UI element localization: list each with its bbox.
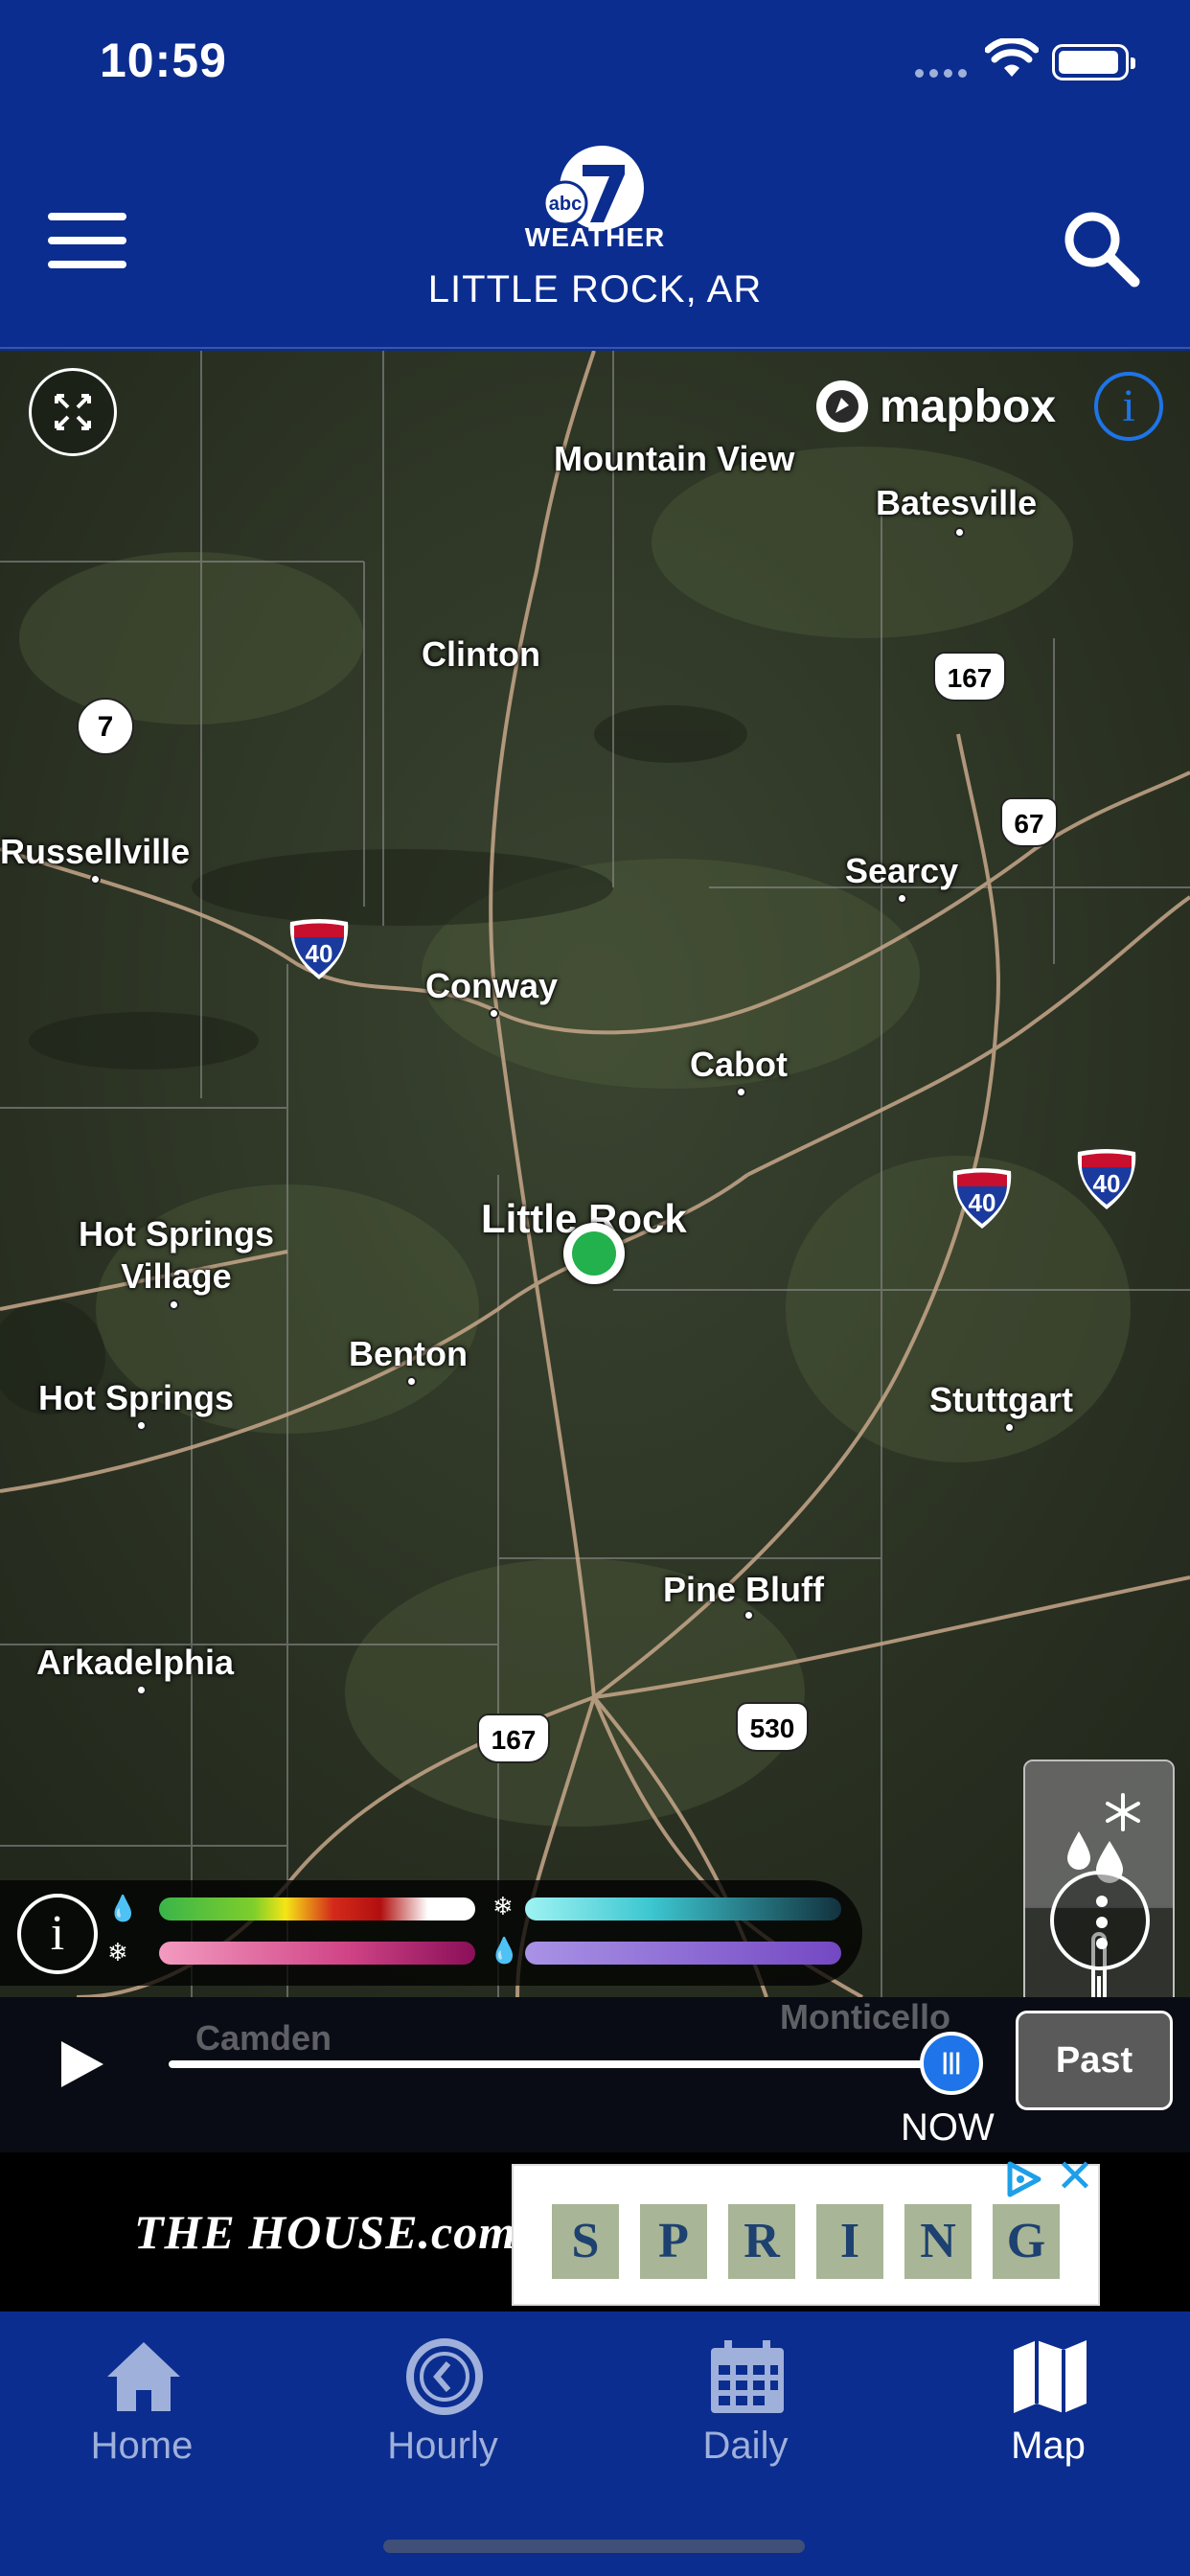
advertisement-banner[interactable]: THE HOUSE.com S P R I N G ✕ [0,2152,1190,2312]
legend-info-icon[interactable]: i [17,1894,98,1974]
city-label: Hot Springs [38,1378,234,1417]
location-title[interactable]: LITTLE ROCK, AR [0,268,1190,311]
radar-playback-bar: Camden Monticello ||| NOW Past [0,1997,1190,2152]
status-bar: 10:59 [0,0,1190,134]
map-icon [1014,2340,1087,2413]
city-dot [736,1087,746,1097]
city-label: Hot Springs Village [79,1214,274,1296]
tab-hourly[interactable]: Hourly [337,2327,548,2471]
city-label: Cabot [690,1045,788,1084]
ad-letter-tile: N [904,2204,972,2279]
bottom-tab-bar: Home Hourly Daily Map [0,2312,1190,2576]
weather-app: 10:59 abc WEATHER LITTLE ROCK, AR mapbox… [0,0,1190,2576]
clock-icon [406,2338,483,2415]
now-label: NOW [901,2106,995,2149]
city-dot [136,1420,147,1431]
home-indicator [383,2540,805,2553]
weather-map[interactable]: mapbox i Mountain View Batesville Clinto… [0,351,1190,1997]
interstate-shield: 40 [289,919,349,979]
snow-scale-bar [525,1898,841,1920]
city-label: Arkadelphia [36,1643,235,1682]
ad-letter-tile: G [993,2204,1060,2279]
mapbox-wordmark: mapbox [880,380,1057,432]
city-dot [136,1685,147,1695]
precipitation-legend: i 💧 ❄ ❄ 💧 [0,1880,862,1986]
ad-close-icon[interactable]: ✕ [1054,2154,1096,2200]
city-dot [954,527,965,538]
interstate-number: 40 [969,1188,996,1217]
snow-legend-icon: ❄ [492,1892,514,1920]
mix-legend-icon: ❄ [107,1938,128,1966]
logo-weather-word: WEATHER [524,222,666,252]
interstate-number: 40 [306,939,333,968]
city-label: Camden [195,2018,332,2058]
ad-letter-tile: S [552,2204,619,2279]
us-route-shield: 167 [933,652,1006,702]
city-dot [744,1610,754,1621]
ice-legend-icon: 💧 [489,1936,520,1965]
logo-abc-text: abc [549,194,582,215]
city-dot [169,1300,179,1310]
city-label: Conway [425,966,559,1005]
city-label: Russellville [0,832,191,871]
ad-choices-icon[interactable] [1002,2160,1046,2198]
timeline-track[interactable] [169,2060,954,2068]
city-label: Clinton [422,634,540,674]
mapbox-attribution[interactable]: mapbox [812,368,1056,445]
ad-letter-tile: R [728,2204,795,2279]
search-icon[interactable] [1058,205,1144,291]
us-route-shield: 67 [1000,797,1058,847]
mapbox-logo-icon [816,380,868,432]
city-label: Batesville [876,483,1038,522]
play-icon[interactable] [54,2036,111,2093]
tab-map[interactable]: Map [943,2327,1154,2471]
city-label: Mountain View [554,439,795,478]
city-label: Benton [349,1334,468,1373]
city-label: Stuttgart [929,1380,1073,1419]
home-icon [107,2342,180,2411]
more-vertical-icon[interactable] [1050,1871,1150,1970]
city-label: Searcy [845,851,959,890]
wifi-icon [985,38,1039,77]
map-info-icon[interactable]: i [1094,372,1163,441]
timeline-thumb[interactable]: ||| [920,2032,983,2095]
tab-label: Map [1011,2425,1086,2467]
cellular-signal-icon [915,65,973,82]
city-dot [897,893,907,904]
us-route-shield: 167 [477,1714,550,1763]
city-dot [406,1376,417,1387]
city-dot [1004,1422,1015,1433]
state-route-shield: 7 [77,698,134,755]
ice-scale-bar [525,1942,841,1965]
ad-brand-text: THE HOUSE.com [134,2205,517,2259]
calendar-icon [711,2340,784,2413]
tab-daily[interactable]: Daily [640,2327,851,2471]
mix-scale-bar [159,1942,475,1965]
interstate-shield: 40 [952,1168,1012,1229]
city-label: Pine Bluff [663,1570,824,1609]
us-route-shield: 530 [736,1702,809,1752]
rain-scale-bar [159,1898,475,1920]
city-dot [90,874,101,885]
rain-legend-icon: 💧 [107,1894,139,1922]
current-location-marker[interactable] [563,1223,625,1284]
interstate-number: 40 [1093,1169,1121,1198]
status-time: 10:59 [100,34,227,87]
tab-label: Hourly [387,2425,498,2467]
tab-label: Daily [702,2425,789,2467]
tab-home[interactable]: Home [36,2327,247,2471]
tab-label: Home [90,2425,194,2467]
ad-letter-tile: I [816,2204,883,2279]
ad-letter-tile: P [640,2204,707,2279]
app-header: abc WEATHER LITTLE ROCK, AR [0,134,1190,349]
fullscreen-expand-icon[interactable] [29,368,117,456]
battery-icon [1052,44,1135,80]
past-button[interactable]: Past [1016,2011,1173,2110]
city-dot [489,1008,499,1019]
city-label: Monticello [780,1997,950,2036]
interstate-shield: 40 [1077,1149,1136,1209]
